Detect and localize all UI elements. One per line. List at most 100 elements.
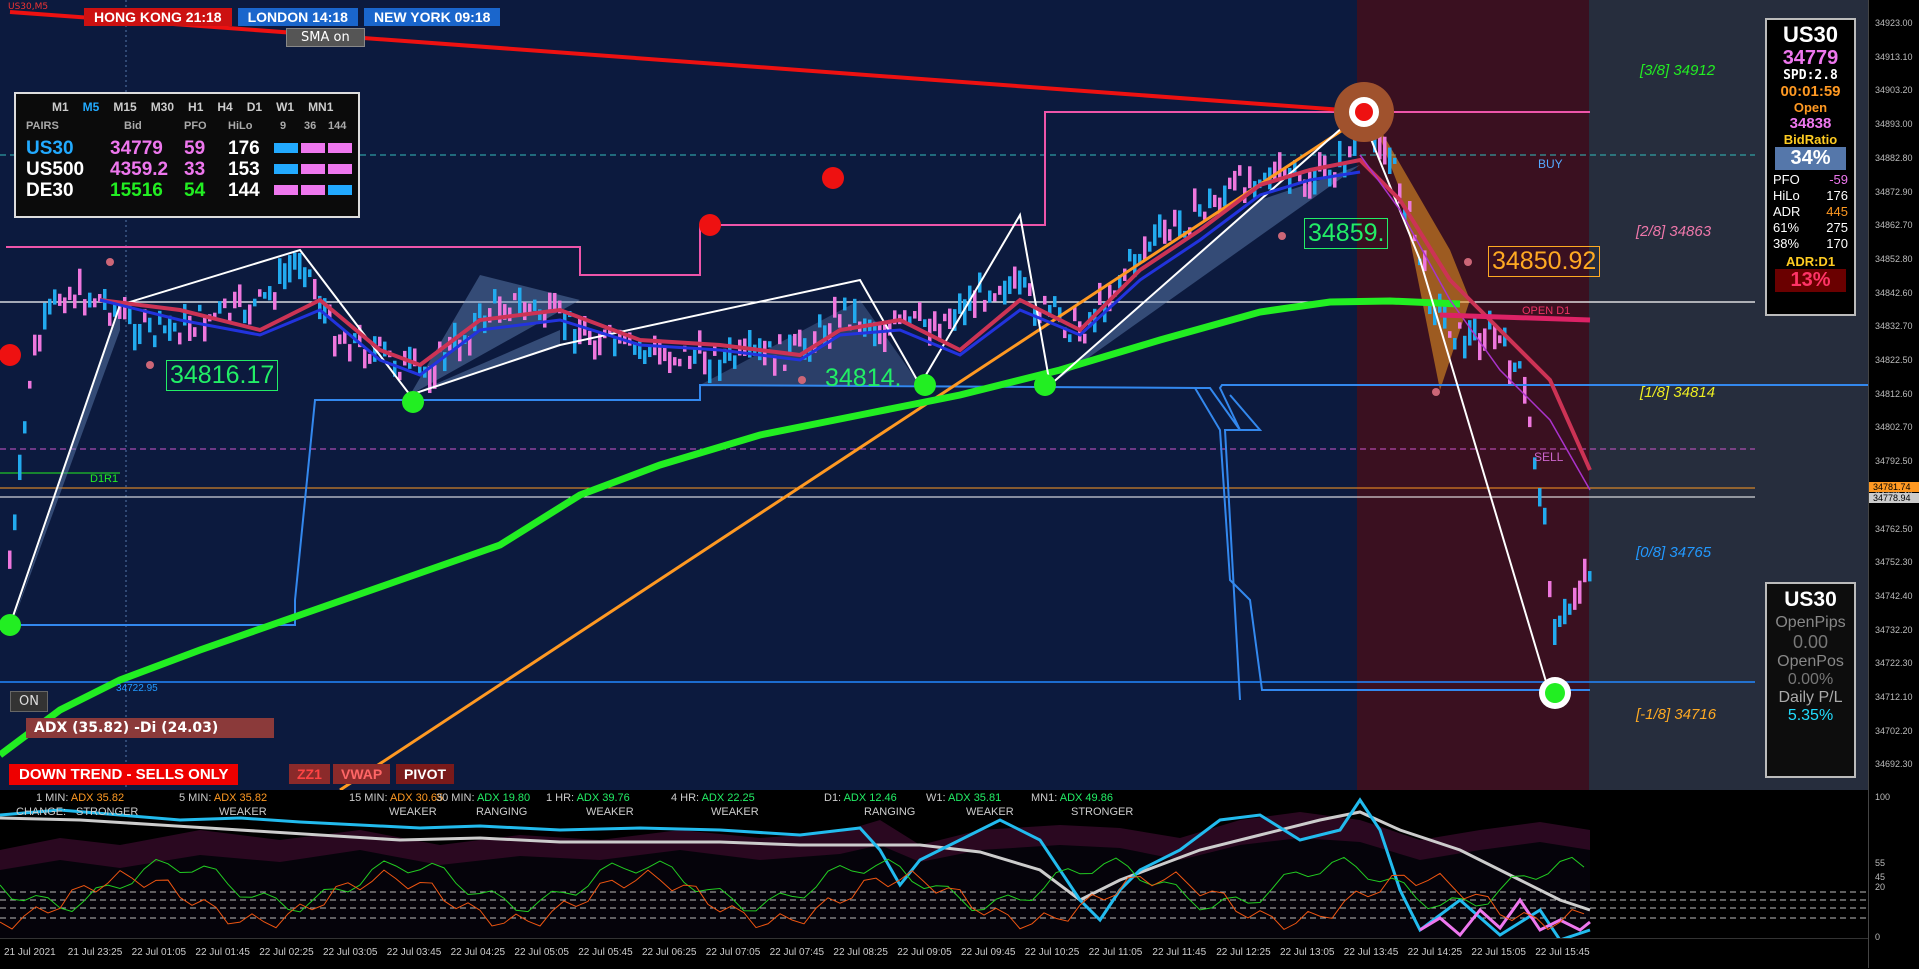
swing-high-dot [699,214,721,236]
candle [203,316,207,342]
pair-name: US30 [26,138,74,159]
y-tick-label: 34812.60 [1875,388,1913,399]
info-timer: 00:01:59 [1780,83,1841,100]
pair-row-de30[interactable]: DE30 15516 54 144 [22,180,352,202]
candle [798,329,802,347]
candle [778,334,782,345]
x-tick-label: 22 Jul 01:45 [195,947,250,958]
y-tick-label: 34882.80 [1875,152,1913,163]
sub-y-tick-label: 100 [1875,792,1891,802]
candle [1393,157,1397,164]
pair-pfo: 59 [184,138,206,159]
tf-m30[interactable]: M30 [151,100,174,114]
pair-pfo: 33 [184,159,206,180]
tf-d1[interactable]: D1 [247,100,262,114]
adx-val: ADX 19.80 [476,792,531,804]
pivot-button[interactable]: PIVOT [396,764,455,784]
stat-label: 61% [1773,220,1800,235]
candle [1463,335,1467,359]
low-value-label: 34722.95 [116,683,158,694]
candle [368,353,372,364]
swing-high-dot [822,167,844,189]
hdr-hilo: HiLo [228,120,253,132]
adx-tf: W1: [926,792,946,804]
candle [1208,188,1212,209]
candle [648,345,652,358]
pair-row-us30[interactable]: US30 34779 59 176 [22,138,352,160]
candle [1228,177,1232,190]
y-price-marker: 34781.74 [1869,482,1919,492]
acct-daily: 5.35% [1787,707,1834,724]
candle [8,550,12,569]
stat-value: 275 [1826,220,1848,235]
zigzag-label-4: 34850.92 [1488,246,1601,277]
adx-tf: MN1: [1031,792,1058,804]
candle [268,286,272,301]
candle [198,304,202,312]
stat-row: ADR 445 [1773,204,1848,220]
adx-tf-7: W1: ADX 35.81 [926,792,1001,804]
adx-tf-1: 5 MIN: ADX 35.82 [179,792,267,804]
trend-bar [328,185,352,195]
symbol-info-panel: US30 34779 SPD:2.8 00:01:59 Open 34838 B… [1765,18,1856,316]
y-tick-label: 34872.90 [1875,186,1913,197]
candle [1233,170,1237,191]
x-tick-label: 22 Jul 15:05 [1471,947,1526,958]
adx-val: ADX 22.25 [701,792,755,804]
tf-w1[interactable]: W1 [276,100,294,114]
tf-m1[interactable]: M1 [52,100,69,114]
zz1-button[interactable]: ZZ1 [289,764,330,784]
candle [1448,331,1452,338]
tf-m5[interactable]: M5 [83,100,100,114]
candle [303,267,307,288]
candle [273,292,277,310]
tf-mn1[interactable]: MN1 [308,100,333,114]
vwap-button[interactable]: VWAP [333,764,391,784]
tf-h4[interactable]: H4 [217,100,232,114]
change-label: CHANGE: [16,806,67,818]
pair-row-us500[interactable]: US500 4359.2 33 153 [22,159,352,181]
adx-tf-0: 1 MIN: ADX 35.82 [36,792,124,804]
zigzag-label-2: 34814. [825,364,902,392]
candle [38,334,42,352]
candle [1453,338,1457,350]
stat-label: HiLo [1773,188,1800,203]
pair-hilo: 153 [228,159,260,180]
candle [263,292,267,299]
x-tick-label: 22 Jul 11:45 [1152,947,1207,958]
candle [1558,615,1562,627]
candle [818,314,822,328]
pair-name: US500 [26,159,85,180]
candle [78,268,82,296]
session-london: LONDON 14:18 [237,8,358,26]
sub-y-tick-label: 55 [1875,858,1886,868]
y-tick-label: 34822.50 [1875,355,1913,365]
candle [1248,166,1252,189]
x-tick-label: 22 Jul 01:05 [131,947,187,958]
candle [678,358,682,367]
candle [1178,210,1182,238]
stat-row: PFO -59 [1773,172,1848,188]
candle [278,258,282,284]
candle [223,298,227,309]
candle [1513,362,1517,373]
tf-m15[interactable]: M15 [113,100,136,114]
candle [238,284,242,308]
candle [1028,283,1032,297]
candle [613,338,617,357]
candle [1498,335,1502,344]
sma-toggle-button[interactable]: SMA on [286,28,365,47]
stat-value: -59 [1829,172,1848,187]
sell-label: SELL [1534,450,1564,464]
tf-h1[interactable]: H1 [188,100,203,114]
small-pivot-dot [146,361,154,369]
candle [123,297,127,320]
pair-name: DE30 [26,180,74,201]
murrey-level-1: [1/8] 34814 [1640,384,1716,401]
adx-state: RANGING [476,806,528,818]
on-toggle-button[interactable]: ON [10,691,48,712]
candle [1193,188,1197,212]
candle [923,319,927,328]
adx-tf-3: 30 MIN: ADX 19.80 [436,792,530,804]
pairs-dashboard: M1 M5 M15 M30 H1 H4 D1 W1 MN1 PAIRS Bid … [14,92,360,218]
